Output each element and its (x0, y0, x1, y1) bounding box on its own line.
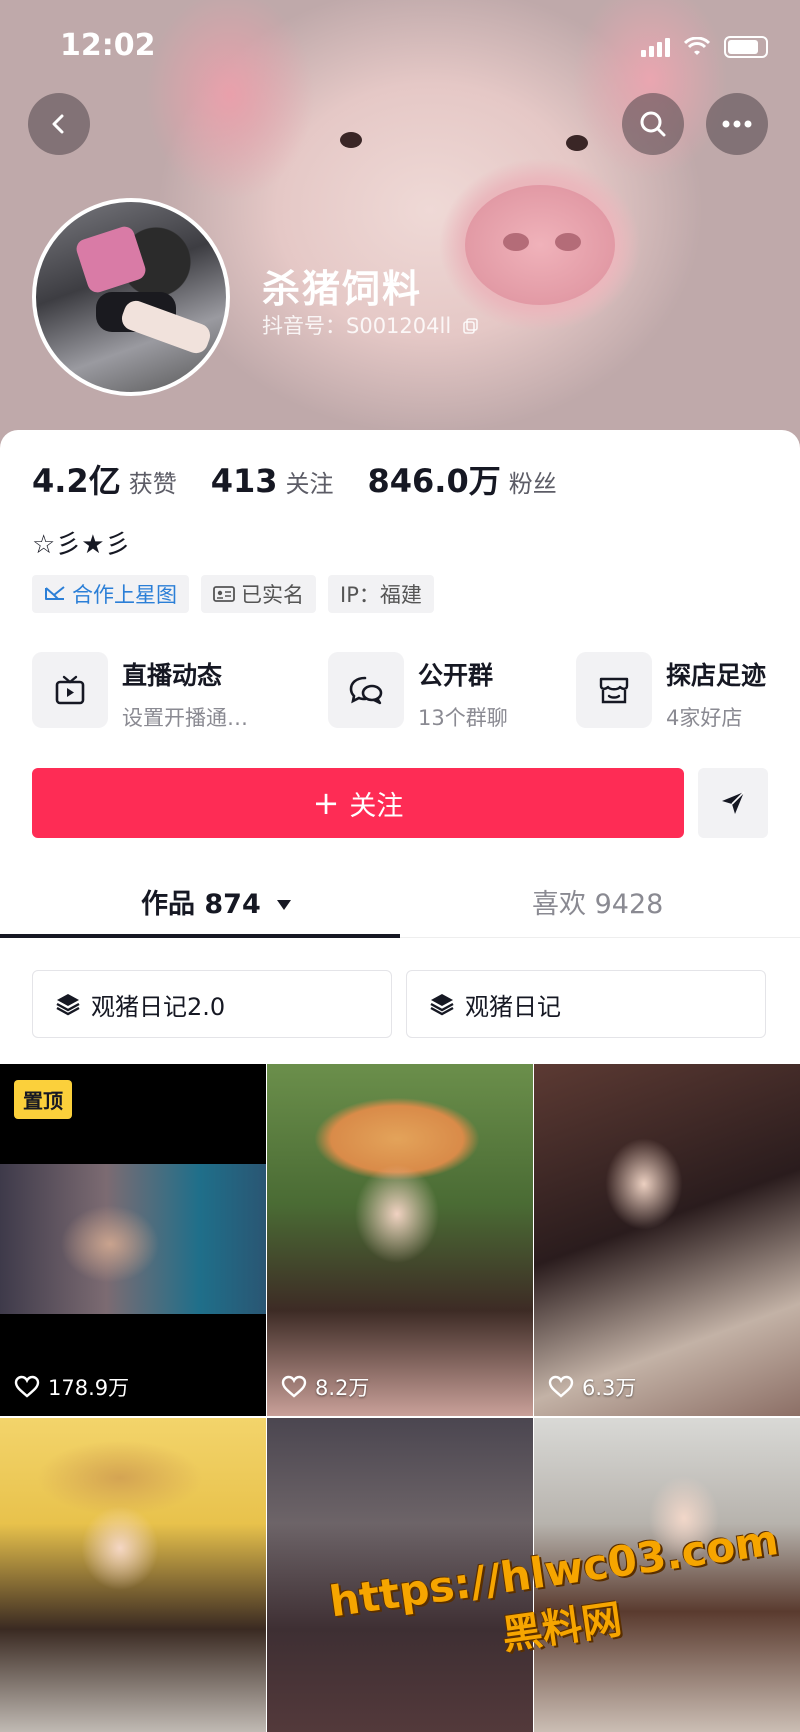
copy-icon[interactable] (462, 317, 480, 335)
video-thumbnail[interactable]: 8.2万 (267, 1064, 533, 1416)
tag-star-map[interactable]: 合作上星图 (32, 575, 189, 613)
search-icon (640, 111, 666, 137)
video-likes-count: 6.3万 (582, 1376, 637, 1400)
search-button[interactable] (622, 93, 684, 155)
message-button[interactable] (698, 768, 768, 838)
back-button[interactable] (28, 93, 90, 155)
active-tab-indicator (0, 934, 400, 938)
video-likes: 178.9万 (14, 1372, 129, 1402)
avatar[interactable] (32, 198, 230, 396)
tv-icon (55, 675, 85, 705)
profile-name: 杀猪饲料 (262, 267, 423, 311)
more-button[interactable] (706, 93, 768, 155)
follow-button[interactable]: + 关注 (32, 768, 684, 838)
entry-store-visits[interactable]: 探店足迹 4家好店 (576, 652, 766, 732)
content-tabs: 作品 874 喜欢 9428 (0, 870, 800, 938)
more-dots-icon (722, 120, 752, 128)
pig-nostril (503, 233, 529, 251)
chat-group-icon (349, 676, 383, 705)
tag-verified-label: 已实名 (241, 583, 304, 607)
tag-ip-location: IP：福建 (328, 575, 434, 613)
entry-live-icon-box (32, 652, 108, 728)
video-thumbnail[interactable]: 6.3万 (534, 1064, 800, 1416)
heart-icon (548, 1375, 574, 1398)
entry-public-group[interactable]: 公开群 13个群聊 (328, 652, 508, 732)
following-count[interactable]: 413 (211, 462, 278, 500)
tag-star-map-label: 合作上星图 (72, 583, 177, 607)
douyin-id-text: 抖音号：S001204ll (262, 314, 452, 338)
entry-shop-icon-box (576, 652, 652, 728)
tab-likes[interactable]: 喜欢 9428 (532, 882, 663, 921)
star-map-icon (45, 586, 65, 600)
tab-works[interactable]: 作品 874 (141, 882, 292, 921)
tag-verified[interactable]: 已实名 (201, 575, 316, 613)
signal-icon (641, 37, 670, 57)
followers-count[interactable]: 846.0万 (368, 456, 501, 502)
collection-pig-diary[interactable]: 观猪日记 (406, 970, 766, 1038)
caret-down-icon (277, 900, 292, 910)
layers-icon (430, 994, 454, 1016)
battery-icon (724, 36, 768, 58)
likes-label: 获赞 (128, 470, 177, 498)
likes-count[interactable]: 4.2亿 (32, 456, 121, 502)
profile-bio: ☆彡★彡 (32, 530, 131, 560)
tab-works-label: 作品 874 (141, 889, 261, 920)
status-bar: 12:02 (0, 0, 800, 96)
video-likes: 6.3万 (548, 1372, 636, 1402)
video-likes-count: 178.9万 (48, 1376, 130, 1400)
profile-tags: 合作上星图 已实名 IP：福建 (32, 575, 434, 613)
followers-label: 粉丝 (508, 470, 557, 498)
entry-shop-title: 探店足迹 (666, 661, 767, 690)
collection-label: 观猪日记 (465, 992, 561, 1021)
shop-icon (599, 677, 629, 704)
pinned-badge: 置顶 (14, 1080, 72, 1119)
send-icon (722, 791, 745, 814)
entry-group-icon-box (328, 652, 404, 728)
douyin-id[interactable]: 抖音号：S001204ll (262, 310, 480, 340)
entry-shop-subtitle: 4家好店 (666, 706, 743, 730)
status-time: 12:02 (60, 28, 156, 63)
collection-pig-diary-2[interactable]: 观猪日记2.0 (32, 970, 392, 1038)
entry-live[interactable]: 直播动态 设置开播通… (32, 652, 248, 732)
collections-row: 观猪日记2.0 观猪日记 (32, 970, 766, 1038)
video-thumbnail[interactable]: 置顶 178.9万 (0, 1064, 266, 1416)
following-label: 关注 (285, 470, 334, 498)
entry-group-subtitle: 13个群聊 (418, 706, 508, 730)
tag-ip-label: IP：福建 (340, 583, 422, 607)
video-thumbnail[interactable] (0, 1418, 266, 1732)
id-card-icon (213, 586, 235, 602)
layers-icon (56, 994, 80, 1016)
wifi-icon (684, 37, 710, 55)
entry-live-title: 直播动态 (122, 661, 223, 690)
video-likes: 8.2万 (281, 1372, 369, 1402)
heart-icon (281, 1375, 307, 1398)
video-thumbnail-image (0, 1164, 266, 1314)
heart-icon (14, 1375, 40, 1398)
plus-icon: + (312, 784, 340, 822)
profile-stats: 4.2亿 获赞 413 关注 846.0万 粉丝 (32, 456, 591, 502)
pig-snout (465, 185, 615, 305)
follow-button-label: 关注 (349, 790, 404, 822)
entry-live-subtitle: 设置开播通… (122, 706, 248, 730)
status-icons (641, 36, 768, 58)
entry-group-title: 公开群 (418, 661, 494, 690)
collection-label: 观猪日记2.0 (91, 992, 226, 1021)
video-likes-count: 8.2万 (315, 1376, 370, 1400)
pig-eye-right (566, 135, 588, 151)
avatar-backpack (73, 224, 149, 295)
chevron-left-icon (52, 114, 64, 134)
pig-eye-left (340, 132, 362, 148)
pig-nostril (555, 233, 581, 251)
feature-entries: 直播动态 设置开播通… 公开群 13个群聊 探店足迹 4家好店 (32, 652, 780, 732)
